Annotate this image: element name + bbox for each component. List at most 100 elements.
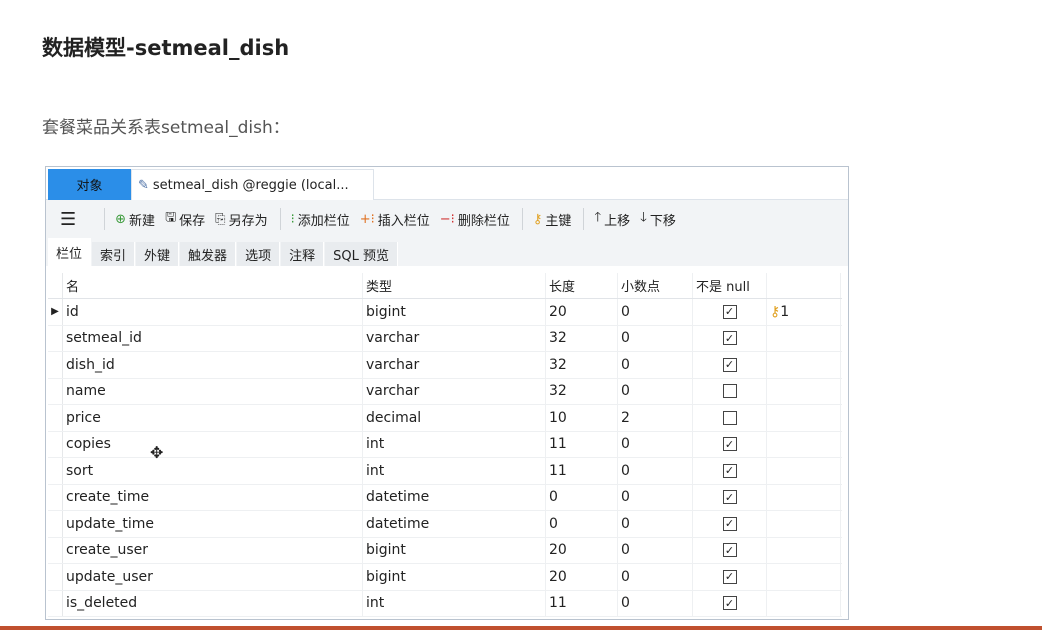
table-row[interactable]: is_deleted int 11 0 ✓ <box>48 590 842 617</box>
table-row[interactable]: sort int 11 0 ✓ <box>48 458 842 485</box>
field-name-cell[interactable]: update_time <box>63 511 363 537</box>
add-field-label: 添加栏位 <box>297 213 350 229</box>
not-null-checkbox[interactable]: ✓ <box>722 490 737 505</box>
table-row[interactable]: update_user bigint 20 0 ✓ <box>48 564 842 591</box>
field-decimal-cell[interactable]: 0 <box>618 590 693 616</box>
column-header-decimal[interactable]: 小数点 <box>618 273 693 298</box>
field-decimal-cell[interactable]: 0 <box>618 299 693 325</box>
insert-field-button[interactable]: +⁝ 插入栏位 <box>360 210 430 229</box>
delete-field-button[interactable]: −⁝ 删除栏位 <box>440 210 510 229</box>
tab-comments[interactable]: 注释 <box>281 242 325 266</box>
not-null-checkbox[interactable]: ✓ <box>722 596 737 611</box>
field-decimal-cell[interactable]: 0 <box>618 484 693 510</box>
field-type-cell[interactable]: int <box>363 590 546 616</box>
column-header-not-null[interactable]: 不是 null <box>693 273 767 298</box>
not-null-checkbox[interactable] <box>722 410 737 425</box>
new-button[interactable]: ⊕ 新建 <box>115 210 155 229</box>
field-length-cell[interactable]: 0 <box>546 511 618 537</box>
table-row[interactable]: create_user bigint 20 0 ✓ <box>48 537 842 564</box>
field-decimal-cell[interactable]: 0 <box>618 564 693 590</box>
field-name-cell[interactable]: update_user <box>63 564 363 590</box>
save-button[interactable]: 🖫 保存 <box>165 208 205 230</box>
tab-objects[interactable]: 对象 <box>48 169 131 200</box>
primary-key-button[interactable]: ⚷ 主键 <box>533 210 572 229</box>
field-type-cell[interactable]: datetime <box>363 511 546 537</box>
table-row[interactable]: dish_id varchar 32 0 ✓ <box>48 352 842 379</box>
field-length-cell[interactable]: 20 <box>546 537 618 563</box>
not-null-checkbox[interactable] <box>722 384 737 399</box>
save-as-button[interactable]: ⎘ 另存为 <box>215 210 267 229</box>
field-name-cell[interactable]: id <box>63 299 363 325</box>
field-length-cell[interactable]: 11 <box>546 431 618 457</box>
field-type-cell[interactable]: bigint <box>363 299 546 325</box>
field-decimal-cell[interactable]: 2 <box>618 405 693 431</box>
field-type-cell[interactable]: int <box>363 431 546 457</box>
field-length-cell[interactable]: 11 <box>546 590 618 616</box>
add-field-button[interactable]: ⁝ 添加栏位 <box>291 210 350 229</box>
tab-indexes[interactable]: 索引 <box>92 242 136 266</box>
not-null-checkbox[interactable]: ✓ <box>722 437 737 452</box>
tab-sql-preview[interactable]: SQL 预览 <box>325 242 398 266</box>
field-type-cell[interactable]: int <box>363 458 546 484</box>
table-row[interactable]: create_time datetime 0 0 ✓ <box>48 484 842 511</box>
table-row[interactable]: price decimal 10 2 <box>48 405 842 432</box>
field-length-cell[interactable]: 32 <box>546 378 618 404</box>
field-length-cell[interactable]: 10 <box>546 405 618 431</box>
menu-button[interactable]: ☰ <box>60 209 76 230</box>
tab-table-design[interactable]: ✎ setmeal_dish @reggie (local... <box>131 169 374 200</box>
field-type-cell[interactable]: decimal <box>363 405 546 431</box>
not-null-checkbox[interactable]: ✓ <box>722 543 737 558</box>
not-null-checkbox[interactable]: ✓ <box>722 331 737 346</box>
field-type-cell[interactable]: datetime <box>363 484 546 510</box>
tab-foreign-keys[interactable]: 外键 <box>136 242 180 266</box>
tab-triggers[interactable]: 触发器 <box>180 242 237 266</box>
field-decimal-cell[interactable]: 0 <box>618 431 693 457</box>
table-row[interactable]: copies int 11 0 ✓ <box>48 431 842 458</box>
field-name-cell[interactable]: sort <box>63 458 363 484</box>
field-type-cell[interactable]: varchar <box>363 352 546 378</box>
field-name-cell[interactable]: setmeal_id <box>63 325 363 351</box>
field-name-cell[interactable]: create_time <box>63 484 363 510</box>
not-null-checkbox[interactable]: ✓ <box>722 569 737 584</box>
field-name-cell[interactable]: create_user <box>63 537 363 563</box>
move-up-button[interactable]: 🡑 上移 <box>594 208 630 230</box>
field-decimal-cell[interactable]: 0 <box>618 325 693 351</box>
table-row[interactable]: ▶ id bigint 20 0 ✓ ⚷ 1 <box>48 299 842 326</box>
tab-options[interactable]: 选项 <box>237 242 281 266</box>
field-type-cell[interactable]: bigint <box>363 537 546 563</box>
field-name-cell[interactable]: is_deleted <box>63 590 363 616</box>
field-decimal-cell[interactable]: 0 <box>618 352 693 378</box>
tab-fields[interactable]: 栏位 <box>48 238 92 266</box>
field-length-cell[interactable]: 20 <box>546 564 618 590</box>
field-name-cell[interactable]: price <box>63 405 363 431</box>
field-length-cell[interactable]: 0 <box>546 484 618 510</box>
not-null-checkbox[interactable]: ✓ <box>722 516 737 531</box>
field-length-cell[interactable]: 20 <box>546 299 618 325</box>
column-header-type[interactable]: 类型 <box>363 273 546 298</box>
column-header-name[interactable]: 名 <box>63 273 363 298</box>
field-length-cell[interactable]: 32 <box>546 352 618 378</box>
move-down-button[interactable]: 🡓 下移 <box>640 208 676 230</box>
table-row[interactable]: setmeal_id varchar 32 0 ✓ <box>48 325 842 352</box>
field-name-cell[interactable]: name <box>63 378 363 404</box>
field-type-cell[interactable]: varchar <box>363 378 546 404</box>
field-name-cell[interactable]: dish_id <box>63 352 363 378</box>
divider <box>279 208 281 230</box>
not-null-checkbox[interactable]: ✓ <box>722 463 737 478</box>
table-row[interactable]: name varchar 32 0 <box>48 378 842 405</box>
column-header-length[interactable]: 长度 <box>546 273 618 298</box>
field-name-cell[interactable]: copies <box>63 431 363 457</box>
field-decimal-cell[interactable]: 0 <box>618 511 693 537</box>
field-decimal-cell[interactable]: 0 <box>618 537 693 563</box>
field-type-cell[interactable]: varchar <box>363 325 546 351</box>
not-null-cell: ✓ <box>693 511 767 537</box>
field-decimal-cell[interactable]: 0 <box>618 458 693 484</box>
field-length-cell[interactable]: 11 <box>546 458 618 484</box>
field-type-cell[interactable]: bigint <box>363 564 546 590</box>
key-cell <box>767 325 841 351</box>
field-decimal-cell[interactable]: 0 <box>618 378 693 404</box>
table-row[interactable]: update_time datetime 0 0 ✓ <box>48 511 842 538</box>
not-null-checkbox[interactable]: ✓ <box>722 357 737 372</box>
field-length-cell[interactable]: 32 <box>546 325 618 351</box>
not-null-checkbox[interactable]: ✓ <box>722 304 737 319</box>
